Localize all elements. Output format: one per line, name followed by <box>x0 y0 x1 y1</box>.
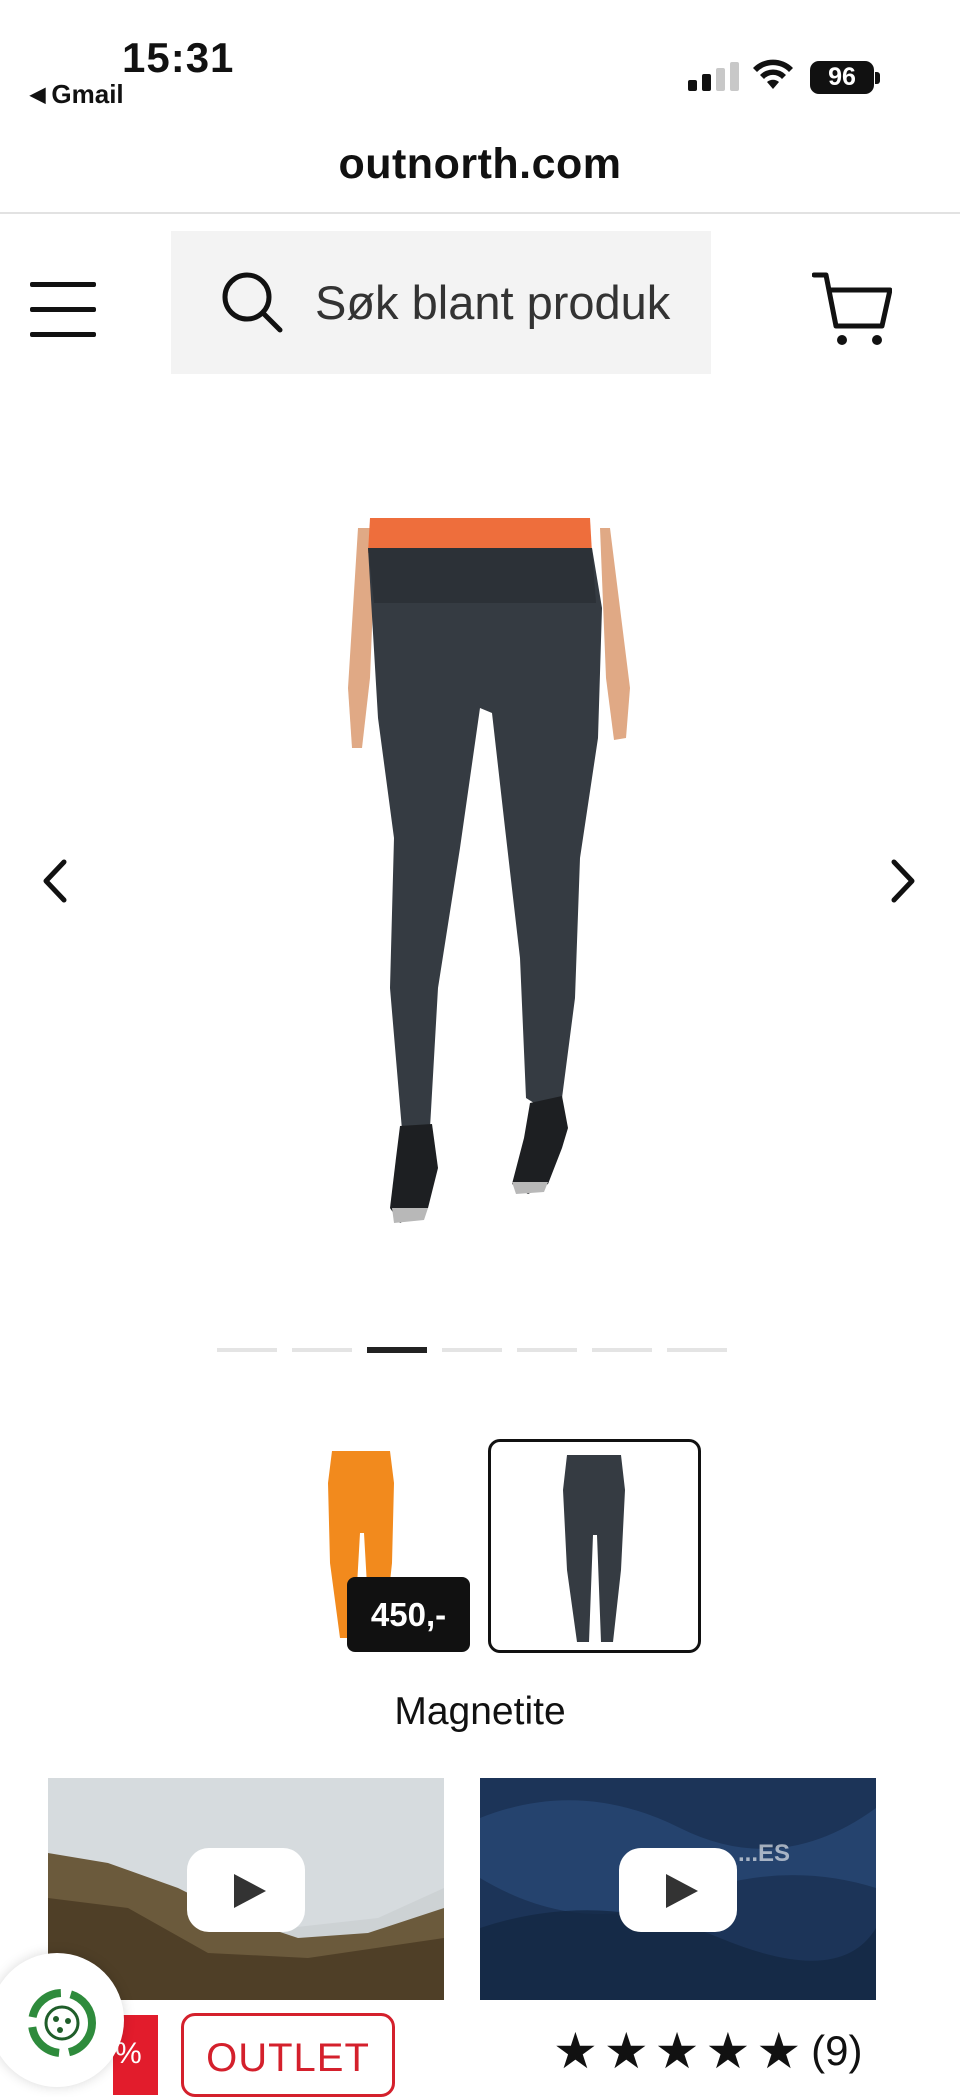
chevron-left-icon[interactable] <box>40 858 70 904</box>
back-to-app-button[interactable]: ◀ Gmail <box>30 79 124 110</box>
star-icon: ★ <box>553 2023 598 2079</box>
eco-badge[interactable] <box>0 1953 124 2087</box>
star-icon: ★ <box>705 2023 751 2079</box>
carousel-dot[interactable] <box>517 1348 577 1352</box>
recycle-icon <box>28 1989 96 2057</box>
carousel-indicators[interactable] <box>217 1347 727 1353</box>
video-thumbnail[interactable]: ...ES <box>480 1778 876 2000</box>
video-caption: Hagelö <box>196 1900 283 1930</box>
rating[interactable]: ★ ★ ★ ★ ★ (9) <box>553 2026 862 2076</box>
star-icon: ★ <box>756 2023 802 2079</box>
cart-icon[interactable] <box>812 270 892 348</box>
divider <box>0 212 960 214</box>
color-swatch-dark[interactable] <box>555 1450 635 1646</box>
menu-icon[interactable] <box>30 282 96 338</box>
star-icon: ★ <box>654 2023 700 2079</box>
selected-color-name: Magnetite <box>394 1690 566 1733</box>
cellular-signal-icon <box>688 62 739 91</box>
carousel-dot-active[interactable] <box>367 1347 427 1353</box>
back-triangle-icon: ◀ <box>30 84 46 106</box>
battery-icon: 96 <box>810 61 874 94</box>
search-input[interactable]: Søk blant produk <box>171 231 711 374</box>
carousel-dot[interactable] <box>442 1348 502 1352</box>
carousel-dot[interactable] <box>217 1348 277 1352</box>
status-time: 15:31 <box>122 34 235 81</box>
play-button-icon[interactable] <box>619 1848 737 1932</box>
search-icon <box>222 272 283 332</box>
product-image[interactable] <box>330 518 650 1228</box>
review-count[interactable]: (9) <box>811 2027 862 2075</box>
address-bar[interactable]: outnorth.com <box>0 140 960 189</box>
price-badge: 450,- <box>347 1577 470 1652</box>
battery-nub <box>875 72 880 84</box>
star-icon: ★ <box>603 2023 649 2079</box>
video-caption: ...ES <box>738 1840 791 1867</box>
wifi-icon <box>753 59 793 89</box>
search-placeholder: Søk blant produk <box>315 276 671 329</box>
back-app-label: Gmail <box>51 79 124 109</box>
carousel-dot[interactable] <box>592 1348 652 1352</box>
outlet-badge: OUTLET <box>181 2013 395 2097</box>
chevron-right-icon[interactable] <box>888 858 918 904</box>
carousel-dot[interactable] <box>667 1348 727 1352</box>
carousel-dot[interactable] <box>292 1348 352 1352</box>
